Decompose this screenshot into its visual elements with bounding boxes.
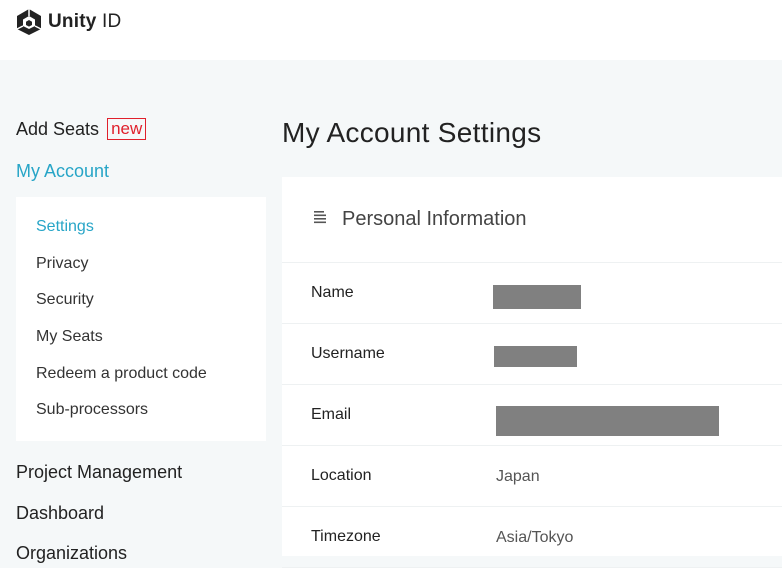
name-redaction bbox=[493, 285, 581, 309]
my-account-link[interactable]: My Account bbox=[16, 161, 109, 182]
subnav-item-sub-processors[interactable]: Sub-processors bbox=[36, 401, 148, 419]
info-row-email: Email bbox=[282, 385, 782, 446]
subnav-item-settings[interactable]: Settings bbox=[36, 218, 94, 236]
nav-dashboard[interactable]: Dashboard bbox=[16, 503, 104, 524]
subnav-item-redeem-product-code[interactable]: Redeem a product code bbox=[36, 365, 207, 383]
timezone-value: Asia/Tokyo bbox=[496, 529, 574, 546]
new-badge: new bbox=[107, 118, 147, 140]
document-lines-icon bbox=[314, 211, 326, 225]
email-redaction bbox=[496, 406, 719, 436]
nav-project-management[interactable]: Project Management bbox=[16, 462, 182, 483]
card-header: Personal Information bbox=[282, 177, 782, 263]
subnav-item-security[interactable]: Security bbox=[36, 291, 94, 309]
subnav-item-privacy[interactable]: Privacy bbox=[36, 255, 88, 273]
personal-information-card: Personal Information Name Username Email… bbox=[282, 177, 782, 568]
unity-cube-icon bbox=[16, 8, 42, 36]
sidebar: Add Seats new My Account Settings Privac… bbox=[0, 60, 282, 563]
email-label: Email bbox=[311, 406, 352, 423]
location-label: Location bbox=[311, 467, 372, 484]
timezone-label: Timezone bbox=[311, 528, 381, 545]
my-account-subnav: Settings Privacy Security My Seats Redee… bbox=[16, 197, 266, 441]
name-label: Name bbox=[311, 284, 354, 301]
subnav-item-my-seats[interactable]: My Seats bbox=[36, 328, 103, 346]
top-bar: Unity ID bbox=[0, 0, 782, 60]
info-row-timezone: Timezone Asia/Tokyo bbox=[282, 507, 782, 568]
nav-organizations[interactable]: Organizations bbox=[16, 543, 127, 564]
add-seats-link[interactable]: Add Seats new bbox=[16, 118, 147, 140]
info-row-username: Username bbox=[282, 324, 782, 385]
section-title: Personal Information bbox=[342, 208, 527, 230]
add-seats-label: Add Seats bbox=[16, 118, 100, 139]
info-row-name: Name bbox=[282, 263, 782, 324]
username-label: Username bbox=[311, 345, 385, 362]
info-row-location: Location Japan bbox=[282, 446, 782, 507]
username-redaction bbox=[494, 346, 577, 367]
location-value: Japan bbox=[496, 468, 540, 485]
unity-id-logo[interactable]: Unity ID bbox=[16, 8, 121, 36]
page-title: My Account Settings bbox=[282, 117, 542, 148]
logo-text: Unity ID bbox=[48, 11, 122, 32]
